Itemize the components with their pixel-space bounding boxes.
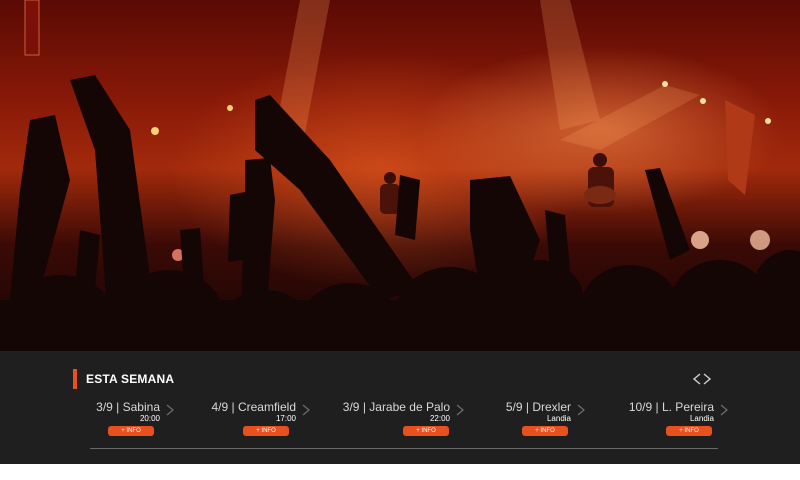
concert-crowd-illustration (0, 0, 800, 351)
event-name[interactable]: 3/9 | Sabina (96, 400, 160, 414)
event-item[interactable]: 3/9 | Sabina 20:00 + INFO (50, 400, 174, 440)
event-item[interactable]: 3/9 | Jarabe de Palo 22:00 + INFO (340, 400, 464, 440)
hero-concert-image (0, 0, 800, 351)
more-info-button[interactable]: + INFO (243, 426, 289, 436)
event-name[interactable]: 5/9 | Drexler (506, 400, 571, 414)
more-info-button[interactable]: + INFO (108, 426, 154, 436)
event-name[interactable]: 10/9 | L. Pereira (629, 400, 714, 414)
section-accent-bar (73, 369, 77, 389)
event-time: 17:00 (275, 414, 296, 423)
chevron-right-icon[interactable] (577, 404, 585, 416)
event-name[interactable]: 3/9 | Jarabe de Palo (343, 400, 450, 414)
divider (90, 448, 718, 449)
more-info-button[interactable]: + INFO (403, 426, 449, 436)
chevron-right-icon[interactable] (720, 404, 728, 416)
event-time: 20:00 (139, 414, 160, 423)
event-time: 22:00 (429, 414, 450, 423)
chevron-right-icon[interactable] (166, 404, 174, 416)
event-venue: Landia (546, 414, 571, 423)
more-info-button[interactable]: + INFO (666, 426, 712, 436)
event-item[interactable]: 10/9 | L. Pereira Landia + INFO (604, 400, 728, 440)
more-info-button[interactable]: + INFO (522, 426, 568, 436)
event-venue: Landia (689, 414, 714, 423)
event-name[interactable]: 4/9 | Creamfield (212, 400, 297, 414)
section-title: ESTA SEMANA (86, 372, 175, 386)
event-item[interactable]: 4/9 | Creamfield 17:00 + INFO (186, 400, 310, 440)
chevron-right-icon[interactable] (302, 404, 310, 416)
prev-next-arrows-icon[interactable] (692, 373, 712, 385)
event-item[interactable]: 5/9 | Drexler Landia + INFO (461, 400, 585, 440)
